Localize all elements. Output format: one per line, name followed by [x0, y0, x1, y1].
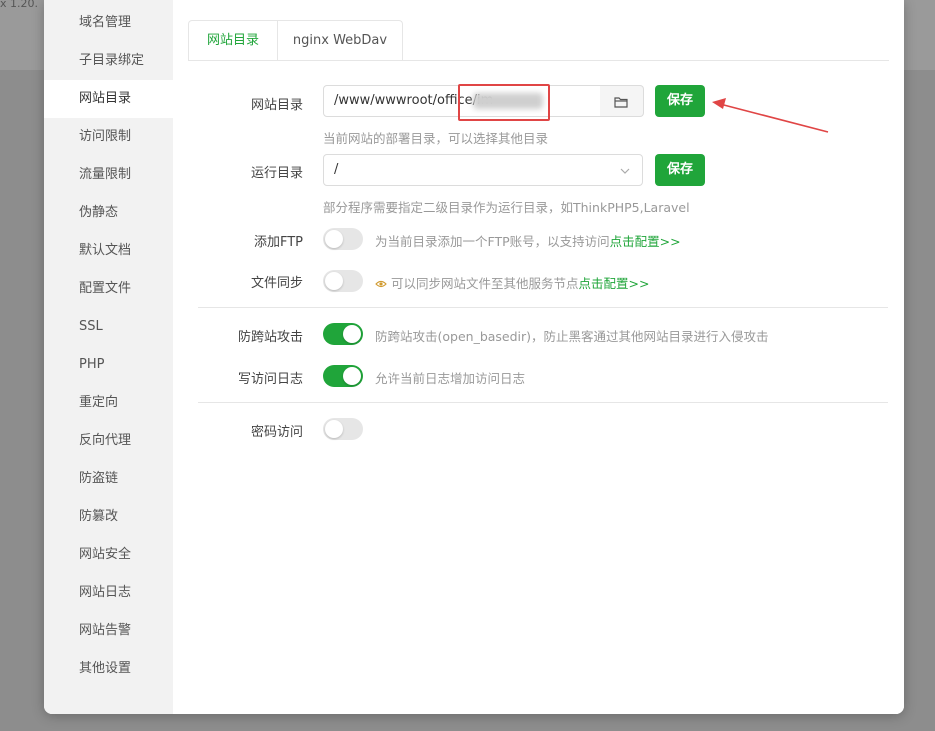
- file-sync-label: 文件同步: [250, 276, 303, 291]
- file-sync-config-link[interactable]: 点击配置>>: [579, 276, 650, 291]
- sidebar-item-site-dir[interactable]: 网站目录: [44, 80, 173, 118]
- annotation-arrow: [712, 98, 829, 133]
- file-sync-hint-text: 可以同步网站文件至其他服务节点: [391, 276, 579, 291]
- access-log-toggle[interactable]: [323, 365, 363, 387]
- sidebar-item-traffic-limit[interactable]: 流量限制: [44, 156, 173, 194]
- access-log-hint: 允许当前日志增加访问日志: [375, 371, 526, 386]
- sidebar-item-ssl[interactable]: SSL: [44, 308, 173, 346]
- run-dir-label: 运行目录: [250, 166, 303, 181]
- tab-site-dir[interactable]: 网站目录: [188, 20, 278, 60]
- settings-main: 网站目录 nginx WebDav 网站目录 /www/wwwroot/offi…: [173, 0, 904, 714]
- toggle-knob: [343, 367, 361, 385]
- run-dir-save-button[interactable]: 保存: [655, 154, 705, 186]
- sidebar-item-rewrite[interactable]: 伪静态: [44, 194, 173, 232]
- password-access-toggle[interactable]: [323, 418, 363, 440]
- sidebar-item-alert[interactable]: 网站告警: [44, 612, 173, 650]
- sidebar-item-config[interactable]: 配置文件: [44, 270, 173, 308]
- toggle-knob: [325, 230, 343, 248]
- add-ftp-label: 添加FTP: [253, 235, 303, 250]
- section-divider: [198, 402, 888, 403]
- password-access-label: 密码访问: [250, 425, 303, 440]
- run-dir-value: /: [334, 162, 339, 177]
- sidebar-item-redirect[interactable]: 重定向: [44, 384, 173, 422]
- toggle-knob: [343, 325, 361, 343]
- sidebar-item-access-limit[interactable]: 访问限制: [44, 118, 173, 156]
- sidebar-item-log[interactable]: 网站日志: [44, 574, 173, 612]
- site-dir-label: 网站目录: [250, 98, 303, 113]
- toggle-knob: [325, 420, 343, 438]
- sidebar-item-reverse-proxy[interactable]: 反向代理: [44, 422, 173, 460]
- toggle-knob: [325, 272, 343, 290]
- site-dir-save-button[interactable]: 保存: [655, 85, 705, 117]
- add-ftp-hint: 为当前目录添加一个FTP账号，以支持访问点击配置>>: [375, 231, 681, 250]
- access-log-label: 写访问日志: [237, 372, 303, 387]
- add-ftp-hint-text: 为当前目录添加一个FTP账号，以支持访问: [375, 234, 610, 249]
- file-sync-toggle[interactable]: [323, 270, 363, 292]
- background-corner-text: x 1.20.: [0, 0, 38, 10]
- run-dir-hint: 部分程序需要指定二级目录作为运行目录，如ThinkPHP5,Laravel: [323, 200, 690, 215]
- sidebar-item-default-doc[interactable]: 默认文档: [44, 232, 173, 270]
- sidebar-item-hotlink[interactable]: 防盗链: [44, 460, 173, 498]
- anti-xss-toggle[interactable]: [323, 323, 363, 345]
- annotation-highlight-box: [458, 84, 550, 121]
- site-dir-hint: 当前网站的部署目录，可以选择其他目录: [323, 131, 549, 146]
- sidebar-item-tamper[interactable]: 防篡改: [44, 498, 173, 536]
- run-dir-select[interactable]: /: [323, 154, 643, 186]
- sidebar-item-other[interactable]: 其他设置: [44, 650, 173, 688]
- add-ftp-toggle[interactable]: [323, 228, 363, 250]
- add-ftp-config-link[interactable]: 点击配置>>: [610, 234, 681, 249]
- sidebar-item-security[interactable]: 网站安全: [44, 536, 173, 574]
- file-sync-hint: 可以同步网站文件至其他服务节点点击配置>>: [375, 273, 649, 292]
- sidebar-item-subdir[interactable]: 子目录绑定: [44, 42, 173, 80]
- tab-nginx-webdav[interactable]: nginx WebDav: [277, 20, 403, 60]
- folder-icon: [614, 97, 628, 108]
- chevron-down-icon: [620, 168, 630, 174]
- folder-picker-button[interactable]: [600, 85, 644, 117]
- anti-xss-label: 防跨站攻击: [237, 330, 303, 345]
- settings-sidebar: 域名管理 子目录绑定 网站目录 访问限制 流量限制 伪静态 默认文档 配置文件 …: [44, 0, 173, 714]
- anti-xss-hint: 防跨站攻击(open_basedir)，防止黑客通过其他网站目录进行入侵攻击: [375, 329, 769, 344]
- section-divider: [198, 307, 888, 308]
- sidebar-item-php[interactable]: PHP: [44, 346, 173, 384]
- site-settings-dialog: 域名管理 子目录绑定 网站目录 访问限制 流量限制 伪静态 默认文档 配置文件 …: [44, 0, 904, 714]
- sidebar-item-domain[interactable]: 域名管理: [44, 4, 173, 42]
- eye-icon: [375, 280, 387, 288]
